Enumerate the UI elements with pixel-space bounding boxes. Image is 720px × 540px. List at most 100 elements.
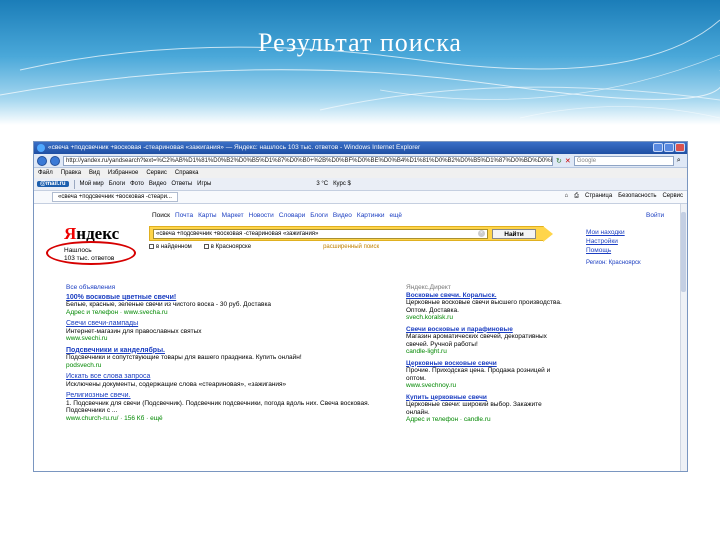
nav-6[interactable]: Словари <box>279 212 305 219</box>
command-page[interactable]: Страница <box>585 193 612 200</box>
back-icon[interactable] <box>37 155 47 166</box>
window-titlebar: «свеча +подсвечник +восковая -стеаринова… <box>34 142 687 154</box>
settings-link[interactable]: Настройки <box>586 237 625 246</box>
region-link[interactable]: Регион: Красноярск <box>586 260 641 266</box>
address-input[interactable]: http://yandex.ru/yandsearch?text=%C2%AB%… <box>63 155 553 166</box>
result-title[interactable]: 100% восковые цветные свечи! <box>66 294 386 302</box>
advanced-search-link[interactable]: расширенный поиск <box>323 244 379 250</box>
decorative-curves <box>0 19 720 119</box>
address-bar: http://yandex.ru/yandsearch?text=%C2%AB%… <box>34 154 687 168</box>
result-url[interactable]: Адрес и телефон · www.svecha.ru <box>66 309 386 317</box>
tab-bar: «свеча +подсвечник +восковая -стеари... … <box>34 191 687 204</box>
ad-title[interactable]: Свечи восковые и парафиновые <box>406 326 566 334</box>
toolbar-blogs[interactable]: Блоги <box>109 181 125 187</box>
refresh-icon[interactable]: ↻ <box>556 157 562 165</box>
menu-help[interactable]: Справка <box>175 168 199 178</box>
ad-item: Церковные восковые свечи Прочие. Приходск… <box>406 360 566 390</box>
result-title[interactable]: Подсвечники и канделябры. <box>66 347 386 355</box>
option-label: в Красноярске <box>210 244 252 251</box>
find-button[interactable]: Найти <box>492 229 536 239</box>
checkbox[interactable] <box>203 244 209 249</box>
toolbar-my-world[interactable]: Мой мир <box>80 181 104 187</box>
toolbar-weather[interactable]: 3 °C <box>316 181 328 187</box>
search-icon[interactable]: ⌕ <box>677 157 681 165</box>
nav-10[interactable]: ещё <box>389 212 402 219</box>
nav-4[interactable]: Маркет <box>222 212 244 219</box>
user-links: Мои находки Настройки Помощь <box>586 228 625 255</box>
nav-8[interactable]: Видео <box>333 212 352 219</box>
mailru-button[interactable]: @mail.ru <box>37 181 69 187</box>
nav-1[interactable]: Поиск <box>152 212 170 219</box>
minimize-button[interactable] <box>653 143 663 152</box>
ad-url[interactable]: Адрес и телефон · candle.ru <box>406 416 566 424</box>
result-item: 100% восковые цветные свечи! Белые, красн… <box>66 294 386 317</box>
result-title[interactable]: Свечи свечи-лампады <box>66 320 386 328</box>
toolbar-photo[interactable]: Фото <box>130 181 144 187</box>
ads-heading[interactable]: Яндекс.Директ <box>406 284 566 292</box>
help-link[interactable]: Помощь <box>586 246 625 255</box>
menu-favorites[interactable]: Избранное <box>108 168 138 178</box>
menu-bar: Файл Правка Вид Избранное Сервис Справка <box>34 168 687 178</box>
browser-screenshot: «свеча +подсвечник +восковая -стеаринова… <box>33 141 688 472</box>
checkbox[interactable] <box>149 244 154 249</box>
ad-url[interactable]: www.svechnoy.ru <box>406 382 566 390</box>
yandex-page: Поиск Почта Карты Маркет Новости Словари Блоги… <box>34 204 687 471</box>
ad-snippet: Церковные восковые свечи высшего произво… <box>406 299 562 314</box>
command-bar: ⌂ ⎙ Страница Безопасность Сервис <box>565 193 683 200</box>
result-url[interactable]: www.svechi.ru <box>66 335 386 343</box>
ad-snippet: Церковные свечи: широкий выбор. Закажите… <box>406 401 542 416</box>
result-title[interactable]: Искать все слова запроса <box>66 373 386 381</box>
menu-edit[interactable]: Правка <box>61 168 81 178</box>
toolbar-video[interactable]: Видео <box>149 181 167 187</box>
browser-search-input[interactable]: Google <box>573 155 674 166</box>
window-title: «свеча +подсвечник +восковая -стеаринова… <box>48 144 421 151</box>
option-region[interactable]: в Красноярске <box>203 244 252 251</box>
maximize-button[interactable] <box>664 143 674 152</box>
toolbar-separator <box>73 179 75 189</box>
ad-snippet: Магазин ароматических свечей, декоративн… <box>406 333 547 348</box>
result-title[interactable]: Религиозные свечи. <box>66 392 386 400</box>
result-url[interactable]: podsvech.ru <box>66 362 386 370</box>
page-scrollbar[interactable] <box>680 204 687 471</box>
menu-file[interactable]: Файл <box>38 168 53 178</box>
ad-item: Восковые свечи. Коралыск. Церковные воско… <box>406 292 566 322</box>
clear-icon[interactable]: × <box>478 230 485 237</box>
tab-current[interactable]: «свеча +подсвечник +восковая -стеари... <box>52 192 178 202</box>
ad-title[interactable]: Восковые свечи. Коралыск. <box>406 292 566 300</box>
command-tools[interactable]: Сервис <box>662 193 683 200</box>
scroll-thumb[interactable] <box>681 212 686 292</box>
ad-title[interactable]: Купить церковные свечи <box>406 394 566 402</box>
result-url[interactable]: www.church-ru.ru/ · 156 Кб · ещё <box>66 415 386 423</box>
result-item: Искать все слова запроса Исключены докуме… <box>66 373 386 388</box>
login-link[interactable]: Войти <box>646 212 664 220</box>
forward-icon[interactable] <box>50 155 60 166</box>
result-snippet: Исключены документы, содержащие слова «с… <box>66 380 287 388</box>
toolbar-games[interactable]: Игры <box>197 181 211 187</box>
query-input[interactable]: «свеча +подсвечник +восковая -стеаринова… <box>153 229 488 239</box>
option-in-found[interactable]: в найденном <box>149 244 192 250</box>
nav-2[interactable]: Почта <box>175 212 193 219</box>
ad-url[interactable]: svech.koralsk.ru <box>406 314 566 322</box>
nav-9[interactable]: Картинки <box>357 212 385 219</box>
ad-url[interactable]: candle-light.ru <box>406 348 566 356</box>
ad-title[interactable]: Церковные восковые свечи <box>406 360 566 368</box>
print-icon[interactable]: ⎙ <box>574 193 579 200</box>
toolbar-currency[interactable]: Курс $ <box>333 181 351 187</box>
menu-tools[interactable]: Сервис <box>146 168 167 178</box>
result-item: Свечи свечи-лампады Интернет-магазин для … <box>66 320 386 343</box>
result-item: Религиозные свечи. 1. Подсвечник для свеч… <box>66 392 386 422</box>
command-safety[interactable]: Безопасность <box>618 193 656 200</box>
highlight-circle <box>46 241 136 265</box>
ad-item: Купить церковные свечи Церковные свечи: ш… <box>406 394 566 424</box>
toolbar-answers[interactable]: Ответы <box>171 181 192 187</box>
stop-icon[interactable]: ✕ <box>565 157 571 165</box>
result-snippet: Подсвечники и сопутствующие товары для в… <box>66 354 302 361</box>
my-finds-link[interactable]: Мои находки <box>586 228 625 237</box>
menu-view[interactable]: Вид <box>89 168 100 178</box>
close-button[interactable] <box>675 143 685 152</box>
home-icon[interactable]: ⌂ <box>565 193 569 200</box>
nav-3[interactable]: Карты <box>198 212 217 219</box>
nav-5[interactable]: Новости <box>249 212 274 219</box>
nav-7[interactable]: Блоги <box>310 212 328 219</box>
results-heading[interactable]: Все объявления <box>66 284 386 292</box>
